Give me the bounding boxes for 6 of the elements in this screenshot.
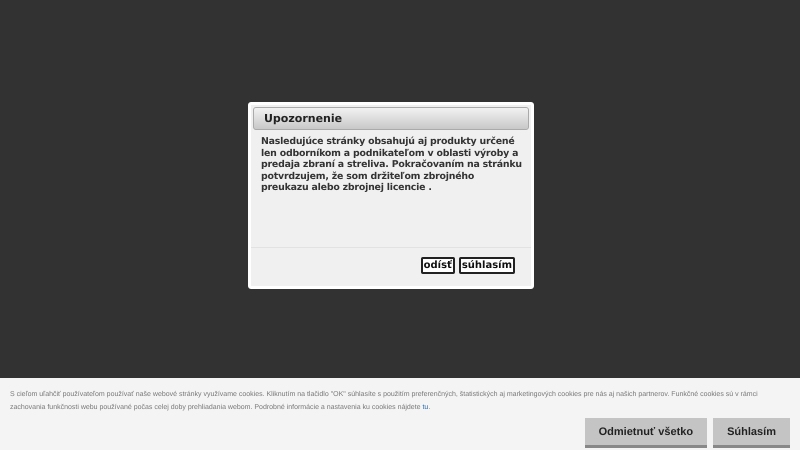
reject-all-button[interactable]: Odmietnuť všetko: [584, 418, 708, 448]
agree-button[interactable]: súhlasím: [458, 257, 515, 274]
dialog-message: Nasledujúce stránky obsahujú aj produkty určené len odborníkom a podnikateľom v oblasti výroby a predaja zbraní a streliva. Pokračovaním na stránku potvrdzujem, že som držiteľom zbrojného preukazu alebo zbrojnej licencie .: [261, 136, 523, 195]
leave-button[interactable]: odísť: [420, 257, 455, 274]
dialog-title: Upozornenie: [253, 107, 529, 130]
accept-button[interactable]: Súhlasím: [713, 418, 790, 448]
